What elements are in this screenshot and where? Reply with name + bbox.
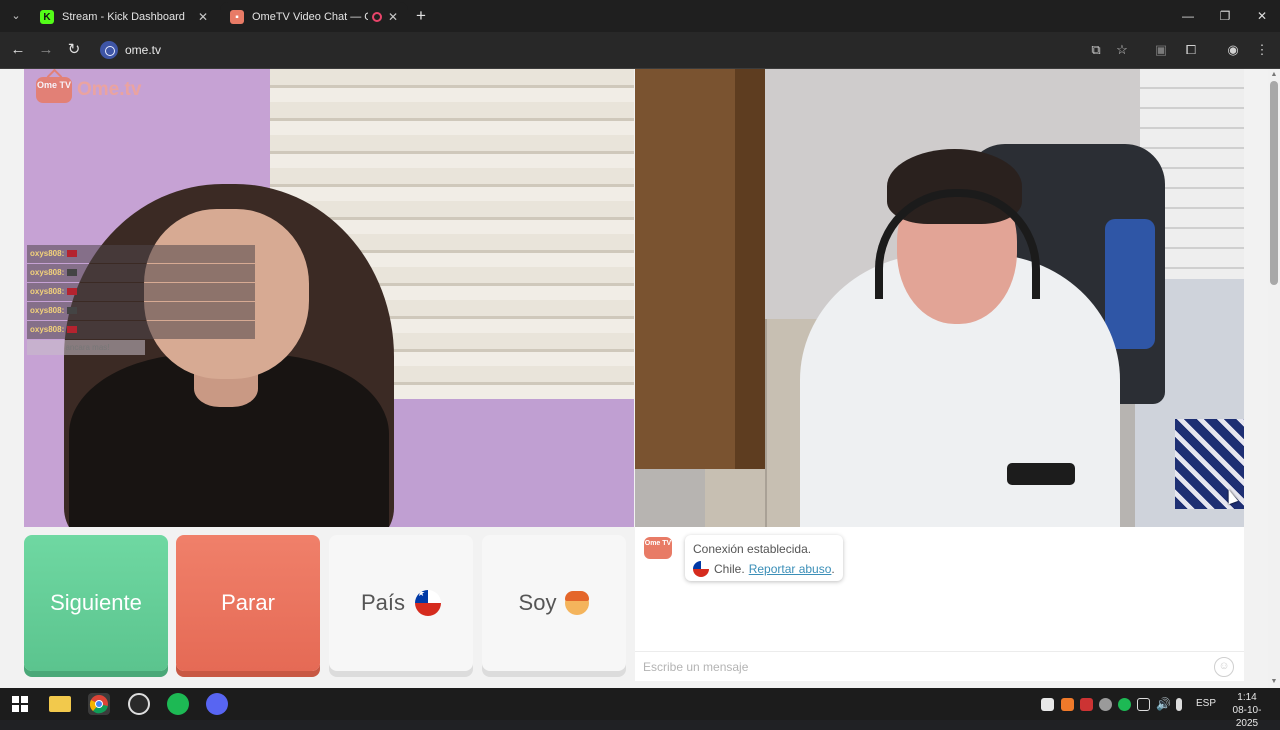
overlay-chat-user: oxys808: — [30, 325, 65, 334]
discord-icon[interactable] — [206, 693, 228, 715]
report-suffix: . — [831, 562, 835, 576]
flag-icon — [67, 307, 78, 315]
ometv-logo-word: Ome.tv — [77, 79, 142, 100]
page-scrollbar[interactable]: ▲ ▼ — [1268, 69, 1280, 688]
chrome-icon[interactable] — [88, 693, 110, 715]
recording-indicator-icon — [371, 12, 382, 22]
ometv-chat-avatar: Ome TV — [644, 537, 672, 559]
windows-start-icon[interactable] — [9, 693, 31, 715]
tab-list-chevron-icon[interactable]: ⌄ — [6, 6, 26, 26]
remote-video: Ome TV Ome.tv oxys808: oxys808: oxys808:… — [24, 69, 634, 527]
spotify-tray-icon[interactable] — [1118, 698, 1131, 711]
chile-flag-icon — [693, 561, 709, 577]
tab-close-icon[interactable]: ✕ — [198, 10, 208, 24]
restore-icon[interactable]: ❐ — [1207, 0, 1243, 32]
ometv-page: Ome TV Ome.tv oxys808: oxys808: oxys808:… — [0, 69, 1280, 688]
self-video — [635, 69, 1244, 527]
stop-button-label: Parar — [221, 590, 275, 615]
overlay-chat-user: oxys808: — [30, 249, 65, 258]
microphone-icon[interactable] — [1176, 698, 1182, 711]
kick-icon: K — [40, 10, 54, 24]
scrollbar-thumb[interactable] — [1270, 81, 1278, 285]
overlay-chat-user: oxys808: — [30, 306, 65, 315]
country-button-label: País — [360, 590, 406, 615]
input-language[interactable]: ESP — [1196, 698, 1216, 709]
system-clock[interactable]: 1:14 08-10-2025 — [1224, 691, 1270, 730]
close-icon[interactable]: ✕ — [1244, 0, 1280, 32]
back-arrow-icon[interactable]: ← — [8, 40, 28, 60]
gender-button[interactable]: Soy — [482, 535, 626, 671]
flag-icon — [67, 269, 78, 277]
chat-panel: Ome TV Conexión establecida. Chile. Repo… — [635, 527, 1244, 681]
clock-time: 1:14 — [1237, 692, 1257, 703]
overlay-chat-row: oxys808: — [27, 283, 255, 301]
chile-flag-icon — [415, 590, 442, 616]
tab-ometv[interactable]: ▪ OmeTV Video Chat — Ome ✕ — [220, 2, 408, 32]
spotify-icon[interactable] — [167, 693, 189, 715]
chat-input-row: ☺ — [635, 651, 1244, 681]
flag-icon — [67, 288, 78, 296]
discord-tray-icon[interactable] — [1041, 698, 1054, 711]
overlay-chat-user: oxys808: — [30, 287, 65, 296]
forward-arrow-icon[interactable]: → — [36, 40, 56, 60]
tab-kick-dashboard[interactable]: K Stream - Kick Dashboard ✕ — [30, 2, 218, 32]
next-button[interactable]: Siguiente — [24, 535, 168, 671]
message-input[interactable] — [643, 658, 1203, 676]
network-icon[interactable] — [1137, 698, 1150, 711]
boy-emoji-icon — [565, 591, 590, 615]
menu-icon[interactable]: ⋮ — [1252, 40, 1272, 60]
windows-taskbar: 🔊 ESP 1:14 08-10-2025 — [0, 688, 1280, 729]
gender-button-label: Soy — [518, 590, 557, 615]
file-explorer-icon[interactable] — [49, 696, 71, 712]
profile-icon[interactable]: ◉ — [1223, 40, 1243, 60]
address-bar[interactable]: ome.tv — [125, 43, 161, 57]
report-abuse-link[interactable]: Reportar abuso — [749, 562, 832, 576]
flag-icon — [67, 250, 78, 258]
tab-close-icon[interactable]: ✕ — [388, 10, 398, 24]
system-message: Conexión establecida. Chile. Reportar ab… — [685, 535, 843, 581]
tab-title: Stream - Kick Dashboard — [62, 11, 185, 23]
overlay-chat-user: oxys808: — [30, 268, 65, 277]
app-tray-icon[interactable] — [1080, 698, 1093, 711]
scroll-up-icon[interactable]: ▲ — [1270, 71, 1278, 79]
door-edge — [735, 69, 765, 469]
tab-title: OmeTV Video Chat — Ome — [252, 11, 368, 23]
overlay-chat-message: ancara mas! — [27, 340, 145, 355]
scroll-down-icon[interactable]: ▼ — [1270, 678, 1278, 686]
browser-tab-strip: ⌄ K Stream - Kick Dashboard ✕ ▪ OmeTV Vi… — [0, 0, 1280, 32]
tab-search-icon[interactable]: ▣ — [1151, 40, 1171, 60]
cast-icon[interactable]: ⧉ — [1086, 40, 1106, 60]
new-tab-button[interactable]: + — [416, 6, 426, 26]
ometv-logo: Ome TV Ome.tv — [36, 77, 141, 103]
overlay-chat-row: oxys808: — [27, 321, 255, 339]
bookmark-star-icon[interactable]: ☆ — [1112, 40, 1132, 60]
site-info-icon[interactable] — [100, 41, 118, 59]
stream-overlay-chat: oxys808: oxys808: oxys808: oxys808: oxys… — [27, 245, 255, 356]
overlay-chat-row: oxys808: — [27, 302, 255, 320]
chair-accent — [1105, 219, 1155, 349]
obs-icon[interactable] — [128, 693, 150, 715]
phone — [1007, 463, 1075, 485]
flag-icon — [67, 326, 78, 334]
country-filter-button[interactable]: País — [329, 535, 473, 671]
ometv-logo-badge: Ome TV — [36, 77, 72, 103]
minimize-icon[interactable]: — — [1170, 0, 1206, 32]
next-button-label: Siguiente — [50, 590, 142, 615]
extensions-icon[interactable]: ⧠ — [1181, 40, 1201, 60]
clock-date: 08-10-2025 — [1232, 705, 1262, 729]
app-tray-icon[interactable] — [1099, 698, 1112, 711]
speaker-icon[interactable]: 🔊 — [1156, 698, 1171, 711]
browser-toolbar: ← → ↻ ome.tv ⧉ ☆ ▣ ⧠ ◉ ⋮ — [0, 32, 1280, 69]
reload-icon[interactable]: ↻ — [64, 40, 84, 60]
stop-button[interactable]: Parar — [176, 535, 320, 671]
emoji-icon[interactable]: ☺ — [1214, 657, 1234, 677]
overlay-chat-row: oxys808: — [27, 264, 255, 282]
connection-status: Conexión establecida. — [693, 542, 812, 556]
overlay-chat-row: oxys808: — [27, 245, 255, 263]
app-tray-icon[interactable] — [1061, 698, 1074, 711]
stranger-country: Chile. — [714, 562, 745, 576]
ometv-icon: ▪ — [230, 10, 244, 24]
